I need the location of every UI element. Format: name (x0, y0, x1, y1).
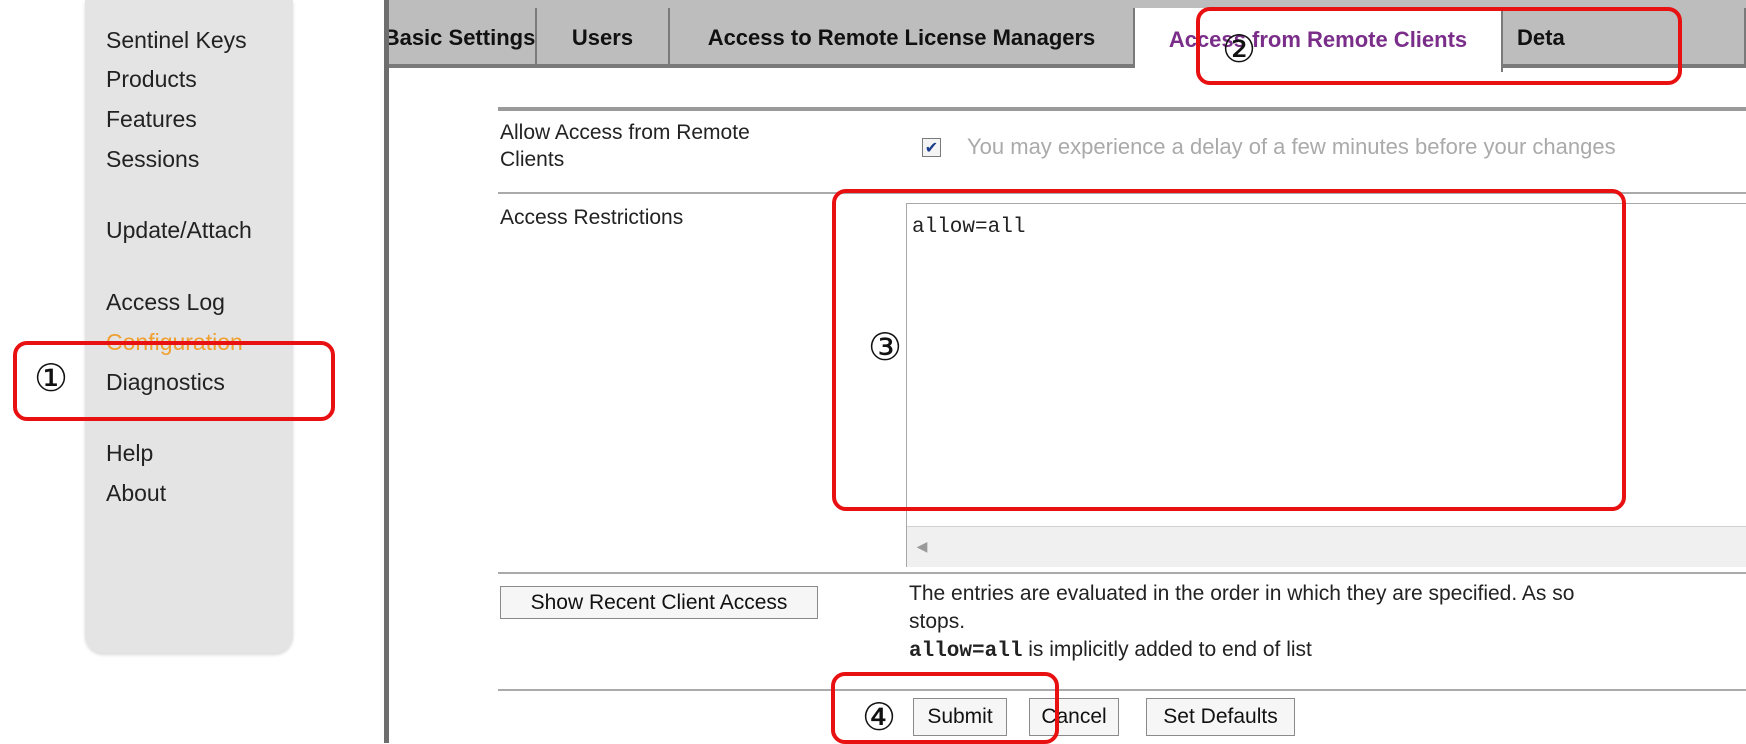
explanation-line3-text: is implicitly added to end of list (1022, 638, 1312, 661)
horizontal-scrollbar[interactable] (907, 526, 1746, 567)
cancel-button[interactable]: Cancel (1029, 698, 1119, 736)
annotation-number-1: ① (34, 356, 69, 400)
row-divider (498, 192, 1746, 194)
row-divider (498, 572, 1746, 574)
tab-access-to-remote-license-managers[interactable]: Access to Remote License Managers (670, 8, 1135, 68)
tab-details[interactable]: Deta (1503, 8, 1746, 68)
scroll-left-arrow-icon[interactable]: ◀ (907, 526, 937, 566)
tab-access-from-remote-clients[interactable]: Access from Remote Clients (1135, 8, 1503, 72)
actions-divider (498, 689, 1746, 691)
sidebar-item-features[interactable]: Features (106, 105, 197, 133)
sidebar-nav: Sentinel Keys Products Features Sessions… (85, 0, 293, 653)
sidebar-item-sentinel-keys[interactable]: Sentinel Keys (106, 26, 247, 54)
access-restrictions-textarea[interactable]: allow=all (906, 203, 1746, 567)
sidebar-item-update-attach[interactable]: Update/Attach (106, 216, 252, 244)
allow-access-label: Allow Access from Remote Clients (500, 119, 750, 173)
tab-basic-settings[interactable]: Basic Settings (384, 8, 537, 68)
sidebar-item-access-log[interactable]: Access Log (106, 288, 225, 316)
sidebar-item-diagnostics[interactable]: Diagnostics (106, 368, 225, 396)
sidebar-item-about[interactable]: About (106, 479, 166, 507)
sidebar-item-sessions[interactable]: Sessions (106, 145, 199, 173)
allow-access-label-line1: Allow Access from Remote (500, 121, 750, 144)
sidebar-item-products[interactable]: Products (106, 65, 197, 93)
tab-bar: Basic Settings Users Access to Remote Li… (384, 0, 1746, 72)
submit-button[interactable]: Submit (913, 698, 1007, 736)
set-defaults-button[interactable]: Set Defaults (1146, 698, 1295, 736)
restrictions-explanation: The entries are evaluated in the order i… (909, 580, 1574, 666)
sidebar-item-configuration[interactable]: Configuration (106, 328, 243, 356)
explanation-code: allow=all (909, 640, 1023, 663)
allow-access-checkbox[interactable]: ✔ (922, 138, 941, 157)
allow-access-label-line2: Clients (500, 148, 565, 171)
access-restrictions-label: Access Restrictions (500, 206, 684, 229)
sidebar-item-help[interactable]: Help (106, 439, 153, 467)
form-top-divider (498, 107, 1746, 111)
annotation-number-2: ② (1222, 27, 1257, 71)
show-recent-client-access-button[interactable]: Show Recent Client Access (500, 586, 818, 619)
annotation-number-4: ④ (862, 695, 897, 739)
explanation-line2: stops. (909, 610, 966, 633)
annotation-number-3: ③ (868, 325, 903, 369)
allow-access-notice: You may experience a delay of a few minu… (967, 134, 1616, 159)
tab-users[interactable]: Users (537, 8, 670, 68)
main-panel-border (384, 0, 389, 743)
explanation-line1: The entries are evaluated in the order i… (909, 582, 1575, 605)
explanation-line3: allow=all is implicitly added to end of … (909, 636, 1574, 666)
